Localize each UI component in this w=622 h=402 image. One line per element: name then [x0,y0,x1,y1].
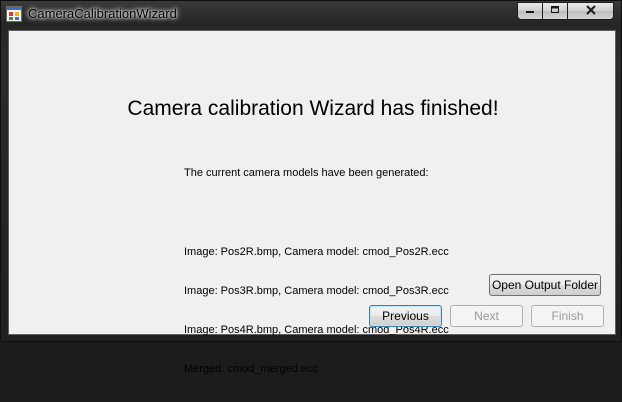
next-button: Next [450,305,523,327]
window-title: CameraCalibrationWizard [28,6,177,21]
minimize-icon [524,2,536,20]
finish-button: Finish [531,305,604,327]
intro-text: The current camera models have been gene… [184,167,429,179]
finished-heading: Camera calibration Wizard has finished! [127,97,499,120]
previous-button[interactable]: Previous [369,305,442,327]
minimize-button[interactable] [517,2,543,20]
summary-text: The current camera models have been gene… [184,141,449,402]
open-output-folder-button[interactable]: Open Output Folder [489,274,601,296]
maximize-icon [549,2,561,20]
caption-buttons [517,2,614,21]
result-line: Merged: cmod_merged.ecc [184,363,318,375]
app-icon[interactable] [6,6,22,22]
wizard-content-panel: Camera calibration Wizard has finished! … [8,30,616,375]
close-button[interactable] [568,2,614,20]
title-bar[interactable]: CameraCalibrationWizard [1,1,622,29]
maximize-button[interactable] [543,2,568,20]
wizard-window: CameraCalibrationWizard Camera calibrati… [0,0,622,375]
close-icon [585,2,597,20]
result-line: Image: Pos2R.bmp, Camera model: cmod_Pos… [184,246,449,258]
result-line: Image: Pos3R.bmp, Camera model: cmod_Pos… [184,285,449,297]
